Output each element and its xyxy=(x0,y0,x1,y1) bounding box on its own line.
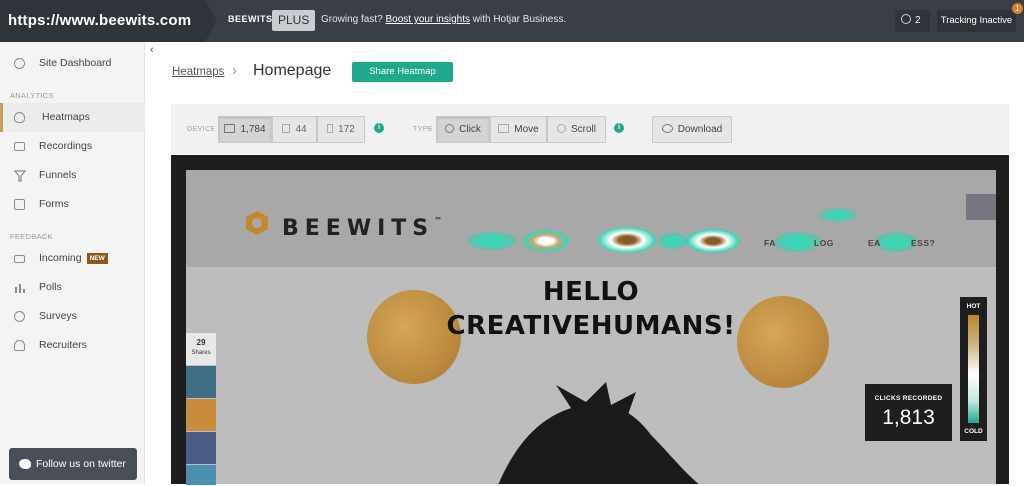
url-arrow-icon xyxy=(205,0,217,42)
heat-spot xyxy=(468,232,516,250)
new-badge: NEW xyxy=(86,253,108,264)
form-icon xyxy=(14,199,25,210)
analytics-heading: ANALYTICS xyxy=(10,91,54,100)
feedback-heading: FEEDBACK xyxy=(10,232,53,241)
device-info-icon[interactable]: i xyxy=(374,123,384,133)
sidebar-item-forms[interactable]: Forms xyxy=(0,190,145,219)
social-share-column: 29 Shares xyxy=(186,333,216,486)
type-scroll-button[interactable]: Scroll xyxy=(547,116,606,143)
mobile-icon xyxy=(327,124,334,133)
sidebar-item-incoming[interactable]: Incoming NEW xyxy=(0,244,145,273)
sidebar-item-recordings[interactable]: Recordings xyxy=(0,132,145,161)
balloon-right xyxy=(737,296,829,388)
share-count: 29 Shares xyxy=(186,333,216,365)
user-icon xyxy=(901,14,911,24)
follow-twitter-button[interactable]: Follow us on twitter xyxy=(9,448,137,480)
sidebar-item-polls[interactable]: Polls xyxy=(0,273,145,302)
googleplus-share-icon[interactable] xyxy=(186,399,216,431)
cursor-icon xyxy=(445,124,455,133)
legend-hot-label: HOT xyxy=(966,303,981,310)
camera-icon xyxy=(14,142,25,151)
preview-nav-text: FA xyxy=(764,238,776,248)
heat-spot xyxy=(658,233,688,249)
facebook-share-icon[interactable] xyxy=(186,432,216,464)
tracking-status-button[interactable]: Tracking Inactive xyxy=(937,10,1016,32)
device-desktop-button[interactable]: 1,784 xyxy=(218,116,272,143)
preview-nav-text: EA xyxy=(868,238,881,248)
sidebar-item-surveys[interactable]: Surveys xyxy=(0,302,145,331)
type-move-button[interactable]: Move xyxy=(490,116,547,143)
breadcrumb-heatmaps-link[interactable]: Heatmaps xyxy=(172,66,224,78)
collapse-sidebar-icon[interactable]: ‹ xyxy=(150,44,154,56)
recruiter-icon xyxy=(14,340,25,351)
device-mobile-button[interactable]: 172 xyxy=(317,116,365,143)
twitter-share-icon[interactable] xyxy=(186,465,216,485)
poll-icon xyxy=(15,284,25,293)
dashboard-icon xyxy=(14,58,25,69)
heat-spot xyxy=(818,208,858,222)
sidebar-item-heatmaps[interactable]: Heatmaps xyxy=(0,103,145,132)
notification-badge[interactable]: 1 xyxy=(1012,3,1023,14)
device-label: DEVICE xyxy=(187,126,216,133)
team-members-button[interactable]: 2 xyxy=(895,10,930,32)
type-info-icon[interactable]: i xyxy=(614,123,624,133)
heat-spot xyxy=(686,229,740,253)
beewits-logo-icon xyxy=(246,211,268,235)
twitter-icon xyxy=(19,459,31,469)
scroll-icon xyxy=(556,124,566,133)
download-button[interactable]: Download xyxy=(652,116,732,143)
preview-hero-title-line1: HELLO xyxy=(542,277,640,307)
promo-link[interactable]: Boost your insights xyxy=(385,14,470,25)
preview-nav-text: ESS? xyxy=(911,238,936,248)
clicks-recorded-label: CLICKS RECORDED xyxy=(874,395,943,402)
heat-spot xyxy=(598,227,656,253)
sidebar-item-recruiters[interactable]: Recruiters xyxy=(0,331,145,360)
page-title: Homepage xyxy=(253,62,332,79)
flame-icon xyxy=(14,112,25,123)
device-tablet-button[interactable]: 44 xyxy=(272,116,317,143)
sidebar-item-site-dashboard[interactable]: Site Dashboard xyxy=(0,49,145,78)
brand-logo: BEEWITS xyxy=(228,14,273,24)
type-click-button[interactable]: Click xyxy=(436,116,490,143)
plan-badge: PLUS xyxy=(272,10,316,31)
survey-icon xyxy=(14,311,25,322)
preview-hero-title-line2: CREATIVEHUMANS! xyxy=(446,311,736,341)
tablet-icon xyxy=(282,124,291,133)
heat-spot xyxy=(876,232,916,252)
clicks-recorded-panel: CLICKS RECORDED 1,813 xyxy=(865,384,952,441)
desktop-icon xyxy=(224,124,236,133)
breadcrumb-separator: › xyxy=(232,62,237,79)
sidebar-item-funnels[interactable]: Funnels xyxy=(0,161,145,190)
legend-gradient-bar xyxy=(968,315,979,423)
move-icon xyxy=(498,124,510,133)
preview-nav-text: LOG xyxy=(814,238,834,248)
preview-menu-button xyxy=(966,194,996,220)
heat-spot xyxy=(523,230,569,252)
promo-text: Growing fast? Boost your insights with H… xyxy=(321,14,567,25)
download-cloud-icon xyxy=(661,124,673,133)
inbox-icon xyxy=(14,255,25,263)
preview-site-logo: BEEWITS™ xyxy=(282,216,443,241)
site-url[interactable]: https://www.beewits.com xyxy=(0,0,205,42)
funnel-icon xyxy=(14,170,26,182)
preview-hero-image xyxy=(498,382,699,484)
legend-cold-label: COLD xyxy=(964,428,983,435)
clicks-recorded-value: 1,813 xyxy=(882,406,935,429)
linkedin-share-icon[interactable] xyxy=(186,366,216,398)
type-label: TYPE xyxy=(413,126,433,133)
share-heatmap-button[interactable]: Share Heatmap xyxy=(352,62,453,82)
heat-legend: HOT COLD xyxy=(960,297,987,441)
top-bar: https://www.beewits.com BEEWITS PLUS Gro… xyxy=(0,0,1024,42)
